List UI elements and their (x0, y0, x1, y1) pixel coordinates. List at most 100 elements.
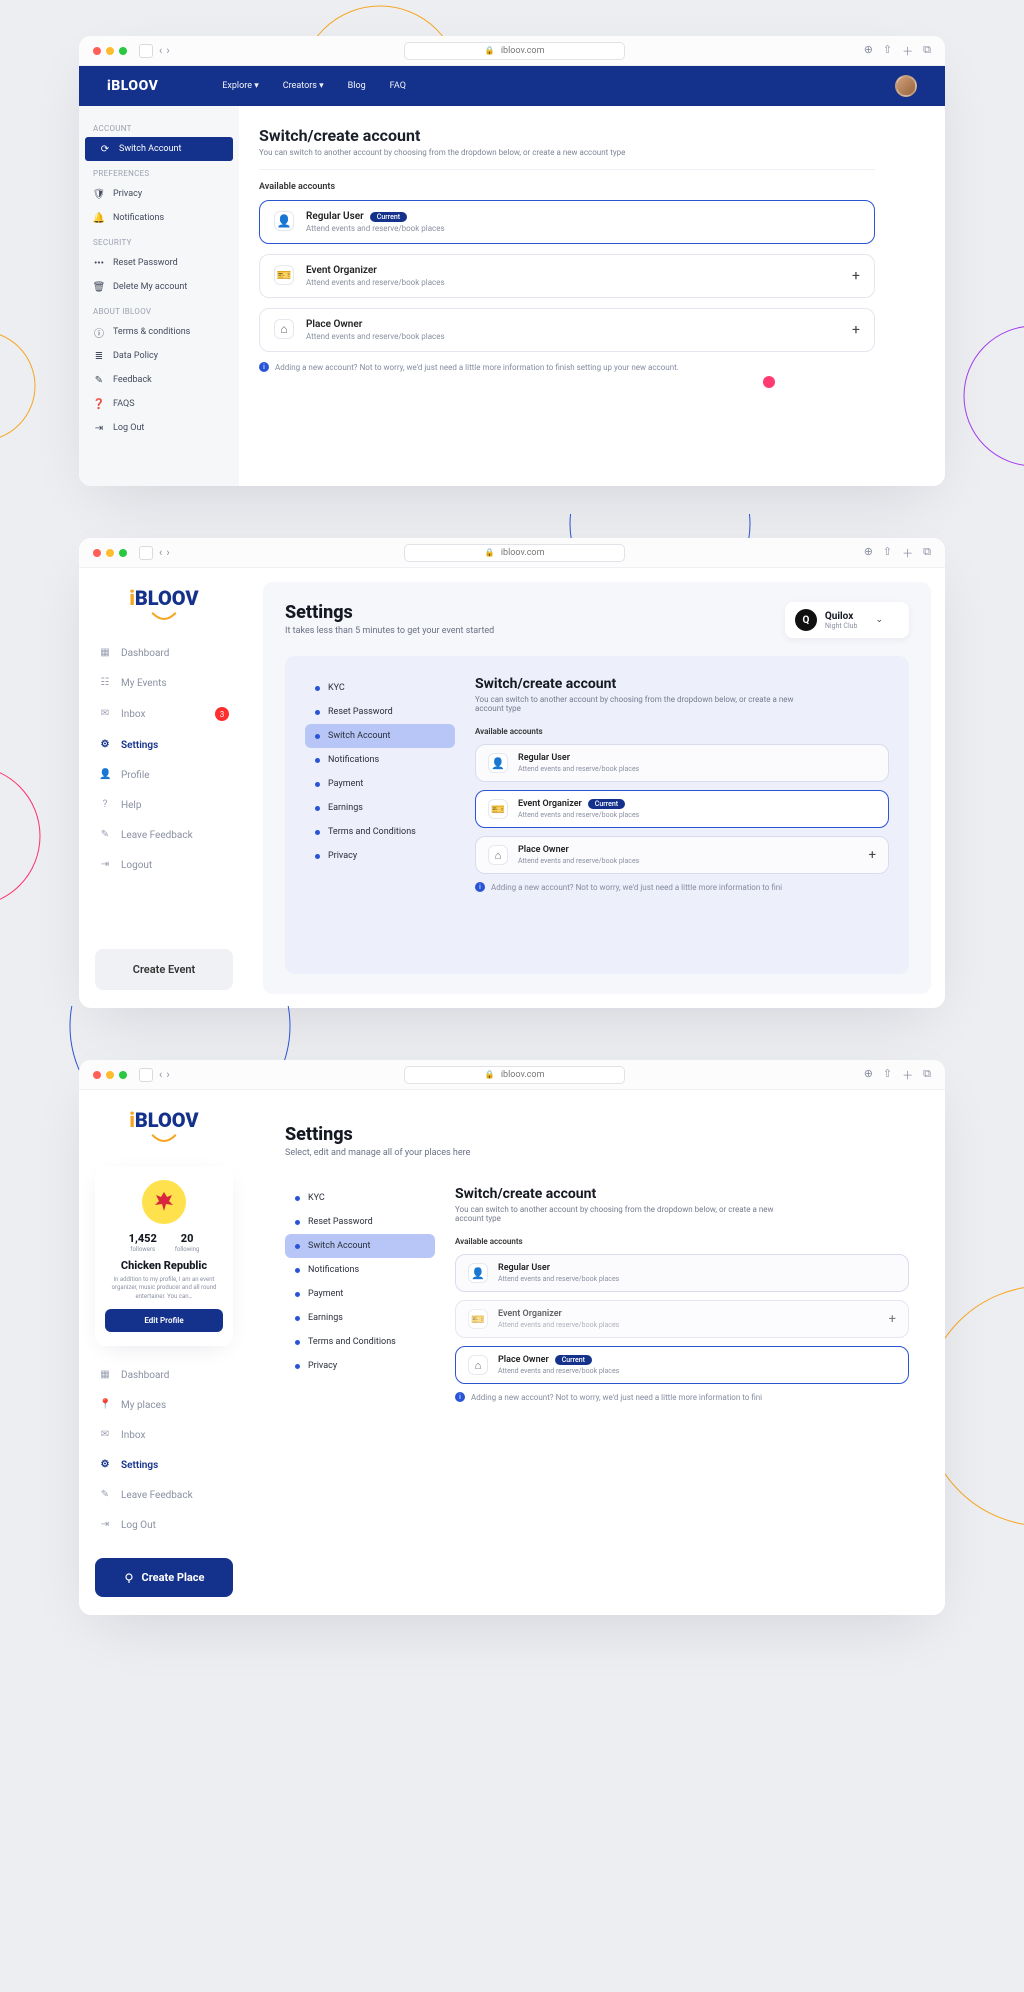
add-icon[interactable]: + (852, 268, 860, 284)
account-option-event-organizer[interactable]: 🎫Event OrganizerCurrentAttend events and… (475, 790, 889, 828)
browser-actions[interactable]: ⊕⇧＋⧉ (864, 43, 931, 59)
sidebar-item-my-events[interactable]: ☷My Events (95, 668, 233, 698)
subnav-switch-account[interactable]: Switch Account (305, 724, 455, 748)
account-option-place-owner[interactable]: ⌂Place OwnerCurrentAttend events and res… (455, 1346, 909, 1384)
nav-faq[interactable]: FAQ (390, 81, 406, 91)
sidebar-item-log-out[interactable]: ⇥Log Out (95, 1510, 233, 1540)
page-title: Switch/create account (259, 126, 875, 145)
sidebar-item-profile[interactable]: 👤Profile (95, 760, 233, 790)
sidebar-icon: ▦ (99, 1369, 111, 1381)
create-place-button[interactable]: Create Place (95, 1558, 233, 1597)
sidebar-item-faqs[interactable]: ❓FAQS (79, 392, 239, 416)
subnav-earnings[interactable]: Earnings (285, 1306, 435, 1330)
account-option-event-organizer[interactable]: 🎫Event OrganizerAttend events and reserv… (259, 254, 875, 298)
subnav-reset-password[interactable]: Reset Password (285, 1210, 435, 1234)
account-option-place-owner[interactable]: ⌂Place OwnerAttend events and reserve/bo… (475, 836, 889, 874)
account-option-regular-user[interactable]: 👤Regular UserAttend events and reserve/b… (455, 1254, 909, 1292)
add-icon[interactable]: + (889, 1312, 896, 1327)
account-icon: ⌂ (274, 319, 294, 339)
subnav-privacy[interactable]: Privacy (285, 1354, 435, 1378)
app-sidebar: iBLOOV ▦Dashboard☷My Events✉Inbox3⚙Setti… (79, 568, 249, 1008)
sidebar-icon: ✎ (93, 374, 105, 386)
sidebar-icon: ⟳ (99, 143, 111, 155)
sidebar-item-logout[interactable]: ⇥Logout (95, 850, 233, 880)
pin-icon (124, 1573, 134, 1583)
subnav-kyc[interactable]: KYC (285, 1186, 435, 1210)
account-option-regular-user[interactable]: 👤Regular UserAttend events and reserve/b… (475, 744, 889, 782)
panel-subtitle: You can switch to another account by cho… (455, 1205, 775, 1223)
subnav-reset-password[interactable]: Reset Password (305, 700, 455, 724)
decor-arc (0, 326, 80, 446)
account-option-event-organizer[interactable]: 🎫Event OrganizerAttend events and reserv… (455, 1300, 909, 1338)
sidebar-item-notifications[interactable]: 🔔Notifications (79, 206, 239, 230)
sidebar-icon: ⓘ (93, 326, 105, 338)
current-badge: Current (555, 1355, 592, 1365)
sidebar-item-reset-password[interactable]: •••Reset Password (79, 251, 239, 275)
sidebar-icon: ✉ (99, 708, 111, 720)
sidebar-icon: ✎ (99, 829, 111, 841)
sidebar-item-switch-account[interactable]: ⟳Switch Account (85, 137, 233, 161)
sidebar-item-data-policy[interactable]: ≣Data Policy (79, 344, 239, 368)
account-icon: 👤 (468, 1263, 488, 1283)
main-panel: Settings Select, edit and manage all of … (263, 1104, 931, 1601)
sidebar-toggle-icon[interactable] (139, 546, 153, 560)
sidebar-icon: 🔔 (93, 212, 105, 224)
subnav-earnings[interactable]: Earnings (305, 796, 455, 820)
sidebar-item-feedback[interactable]: ✎Feedback (79, 368, 239, 392)
chevron-down-icon: ⌄ (875, 615, 883, 625)
subnav-terms-and-conditions[interactable]: Terms and Conditions (305, 820, 455, 844)
nav-creators[interactable]: Creators ▾ (283, 81, 324, 91)
subnav-privacy[interactable]: Privacy (305, 844, 455, 868)
sidebar-item-settings[interactable]: ⚙Settings (95, 730, 233, 760)
switcher-avatar: Q (795, 609, 817, 631)
create-event-button[interactable]: Create Event (95, 949, 233, 990)
brand-logo[interactable]: iBLOOV (95, 1108, 233, 1132)
address-bar[interactable]: 🔒ibloov.com (404, 42, 626, 60)
sidebar-icon: ⚙ (99, 739, 111, 751)
sidebar-toggle-icon[interactable] (139, 1068, 153, 1082)
avatar[interactable] (895, 75, 917, 97)
address-bar[interactable]: 🔒ibloov.com (404, 544, 626, 562)
sidebar-item-inbox[interactable]: ✉Inbox3 (95, 698, 233, 730)
nav-arrows[interactable]: ‹› (159, 44, 170, 57)
sidebar-item-dashboard[interactable]: ▦Dashboard (95, 1360, 233, 1390)
nav-explore[interactable]: Explore ▾ (222, 81, 258, 91)
sidebar-item-settings[interactable]: ⚙Settings (95, 1450, 233, 1480)
sidebar-item-leave-feedback[interactable]: ✎Leave Feedback (95, 820, 233, 850)
subnav-switch-account[interactable]: Switch Account (285, 1234, 435, 1258)
brand-logo[interactable]: iBLOOV (95, 586, 233, 610)
sidebar-item-inbox[interactable]: ✉Inbox (95, 1420, 233, 1450)
page-title: Settings (285, 1124, 470, 1145)
account-icon: 👤 (274, 211, 294, 231)
settings-subnav: KYCReset PasswordSwitch AccountNotificat… (305, 676, 455, 954)
edit-profile-button[interactable]: Edit Profile (105, 1309, 223, 1332)
sidebar-item-dashboard[interactable]: ▦Dashboard (95, 638, 233, 668)
sidebar-item-leave-feedback[interactable]: ✎Leave Feedback (95, 1480, 233, 1510)
add-icon[interactable]: + (852, 322, 860, 338)
sidebar-toggle-icon[interactable] (139, 44, 153, 58)
subnav-terms-and-conditions[interactable]: Terms and Conditions (285, 1330, 435, 1354)
subnav-kyc[interactable]: KYC (305, 676, 455, 700)
subnav-payment[interactable]: Payment (305, 772, 455, 796)
account-switcher[interactable]: Q QuiloxNight Club ⌄ (785, 602, 909, 638)
sidebar-item-help[interactable]: ?Help (95, 790, 233, 820)
sidebar-icon: ✉ (99, 1429, 111, 1441)
account-option-place-owner[interactable]: ⌂Place OwnerAttend events and reserve/bo… (259, 308, 875, 352)
sidebar-item-delete-my-account[interactable]: 🗑Delete My account (79, 275, 239, 299)
nav-blog[interactable]: Blog (348, 81, 366, 91)
sidebar-item-log-out[interactable]: ⇥Log Out (79, 416, 239, 440)
sidebar-item-privacy[interactable]: 🛡Privacy (79, 182, 239, 206)
address-bar[interactable]: 🔒ibloov.com (404, 1066, 626, 1084)
brand-logo[interactable]: iBLOOV (107, 78, 158, 94)
subnav-payment[interactable]: Payment (285, 1282, 435, 1306)
app-sidebar: iBLOOV 1,452followers 20following Chicke… (79, 1090, 249, 1615)
add-icon[interactable]: + (869, 848, 876, 863)
subnav-notifications[interactable]: Notifications (305, 748, 455, 772)
sidebar-item-my-places[interactable]: 📍My places (95, 1390, 233, 1420)
account-option-regular-user[interactable]: 👤Regular UserCurrentAttend events and re… (259, 200, 875, 244)
account-icon: ⌂ (488, 845, 508, 865)
subnav-notifications[interactable]: Notifications (285, 1258, 435, 1282)
sidebar-icon: ≣ (93, 350, 105, 362)
account-icon: 🎫 (488, 799, 508, 819)
sidebar-item-terms-conditions[interactable]: ⓘTerms & conditions (79, 320, 239, 344)
